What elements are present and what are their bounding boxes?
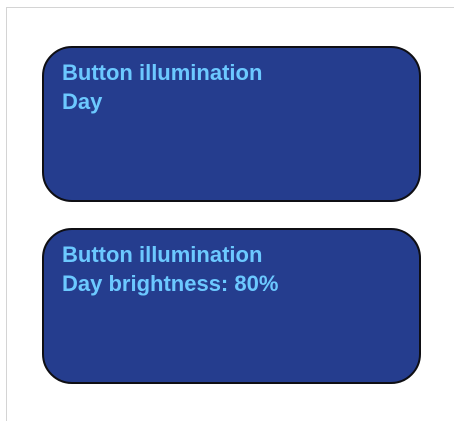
illumination-mode-panel[interactable]: Button illumination Day: [42, 46, 421, 202]
day-brightness-panel[interactable]: Button illumination Day brightness: 80%: [42, 228, 421, 384]
illumination-mode-value: Day: [62, 89, 103, 114]
panel-title: Button illumination: [62, 242, 263, 267]
day-brightness-value: Day brightness: 80%: [62, 271, 279, 296]
panel-title: Button illumination: [62, 60, 263, 85]
